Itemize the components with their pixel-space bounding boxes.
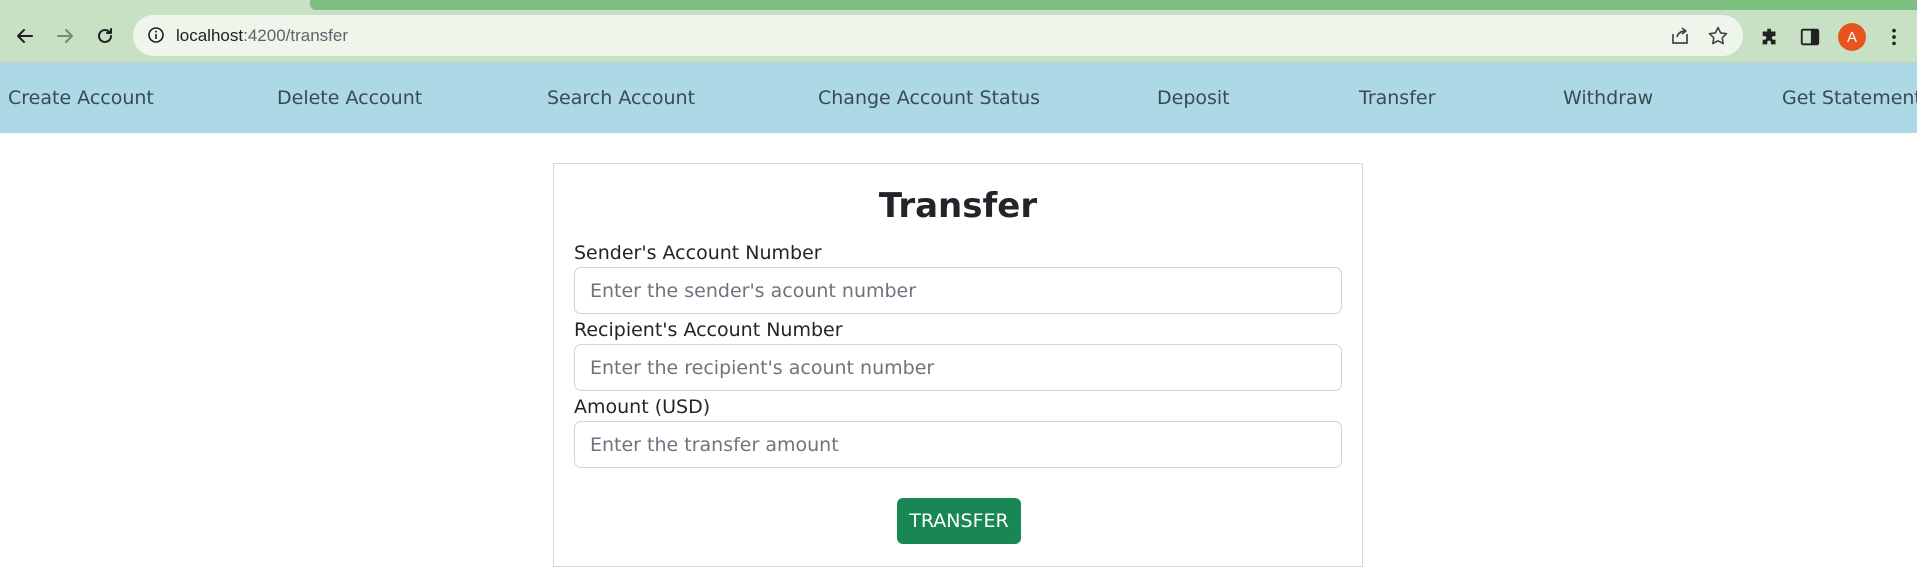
- menu-kebab-icon[interactable]: [1882, 25, 1906, 49]
- sender-account-input[interactable]: [574, 267, 1342, 314]
- recipient-account-input[interactable]: [574, 344, 1342, 391]
- nav-deposit[interactable]: Deposit: [1157, 87, 1230, 109]
- bookmark-star-icon[interactable]: [1707, 25, 1729, 47]
- nav-create-account[interactable]: Create Account: [8, 87, 154, 109]
- transfer-form-card: Transfer Sender's Account Number Recipie…: [553, 163, 1363, 567]
- nav-transfer[interactable]: Transfer: [1359, 87, 1435, 109]
- url-host: localhost: [176, 26, 244, 45]
- nav-search-account[interactable]: Search Account: [547, 87, 695, 109]
- amount-label: Amount (USD): [574, 396, 711, 418]
- side-panel-icon[interactable]: [1798, 25, 1822, 49]
- nav-delete-account[interactable]: Delete Account: [277, 87, 422, 109]
- transfer-submit-button[interactable]: TRANSFER: [897, 498, 1021, 544]
- recipient-account-label: Recipient's Account Number: [574, 319, 843, 341]
- amount-input[interactable]: [574, 421, 1342, 468]
- profile-avatar[interactable]: A: [1838, 23, 1866, 51]
- back-icon[interactable]: [11, 22, 39, 50]
- nav-withdraw[interactable]: Withdraw: [1563, 87, 1653, 109]
- site-info-icon[interactable]: [147, 26, 165, 44]
- nav-change-account-status[interactable]: Change Account Status: [818, 87, 1040, 109]
- url-text[interactable]: localhost:4200/transfer: [176, 26, 348, 46]
- active-tab-indicator[interactable]: [310, 0, 1917, 10]
- forward-icon[interactable]: [51, 22, 79, 50]
- browser-tab-strip: [0, 0, 1917, 10]
- nav-get-statement[interactable]: Get Statement: [1782, 87, 1917, 109]
- sender-account-label: Sender's Account Number: [574, 242, 822, 264]
- share-icon[interactable]: [1669, 25, 1691, 47]
- url-path: :4200/transfer: [243, 26, 349, 45]
- address-bar[interactable]: localhost:4200/transfer: [133, 15, 1743, 56]
- browser-toolbar: localhost:4200/transfer A: [0, 10, 1917, 63]
- form-title: Transfer: [878, 186, 1038, 226]
- extensions-icon[interactable]: [1758, 25, 1782, 49]
- reload-icon[interactable]: [91, 22, 119, 50]
- app-nav-bar: Create Account Delete Account Search Acc…: [0, 63, 1917, 133]
